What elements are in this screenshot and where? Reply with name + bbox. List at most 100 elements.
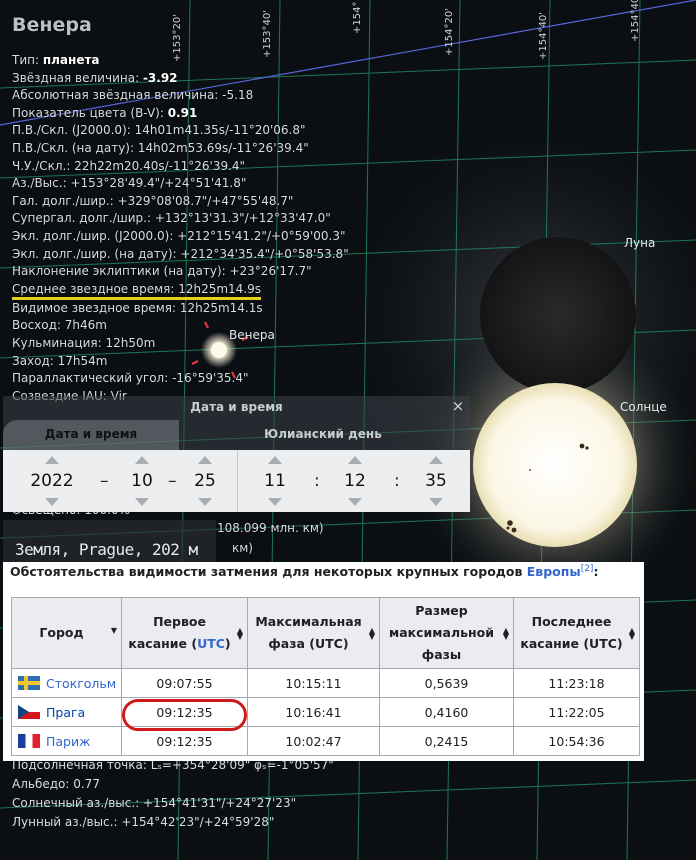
object-title: Венера — [12, 14, 92, 36]
info-line: Альбедо: 0.77 — [12, 777, 100, 791]
decrement-icon[interactable] — [198, 498, 212, 506]
city-cell[interactable]: Париж — [11, 726, 122, 756]
max-phase-cell: 10:15:11 — [247, 668, 380, 698]
second-spinner[interactable]: 35 — [409, 450, 463, 512]
time-separator: : — [314, 471, 320, 491]
sort-icon[interactable]: ▲ ▼ — [237, 627, 243, 641]
increment-icon[interactable] — [429, 456, 443, 464]
increment-icon[interactable] — [45, 456, 59, 464]
year-value[interactable]: 2022 — [21, 469, 83, 493]
grid-label: +154°40' — [538, 12, 549, 60]
object-info-lines: Тип: планета Звёздная величина: -3.92 Абсо… — [12, 52, 432, 555]
info-line: П.В./Скл. (J2000.0): 14h01m41.35s/-11°20… — [12, 123, 306, 138]
increment-icon[interactable] — [348, 456, 362, 464]
max-phase-cell: 10:02:47 — [247, 726, 380, 756]
size-cell: 0,2415 — [379, 726, 514, 756]
dialog-title[interactable]: Дата и время — [3, 400, 470, 414]
decrement-icon[interactable] — [45, 498, 59, 506]
grid-label: +154°40' — [630, 0, 641, 42]
caption-text: Обстоятельства видимости затмения для не… — [10, 564, 527, 580]
size-cell: 0,4160 — [379, 697, 514, 727]
caption-suffix: : — [593, 564, 599, 580]
sun-label[interactable]: Солнце — [620, 400, 667, 414]
close-icon[interactable]: × — [450, 398, 466, 414]
tab-julian-day[interactable]: Юлианский день — [243, 420, 403, 450]
info-line: Ч.У./Скл.: 22h22m20.40s/-11°26'39.4" — [12, 158, 246, 173]
decrement-icon[interactable] — [348, 498, 362, 506]
info-line: П.В./Скл. (на дату): 14h02m53.69s/-11°26… — [12, 140, 309, 155]
header-city[interactable]: Город ▼ — [11, 597, 122, 669]
day-value[interactable]: 25 — [178, 469, 232, 493]
table-caption: Обстоятельства видимости затмения для не… — [10, 564, 598, 579]
utc-link[interactable]: UTC — [197, 636, 225, 651]
info-line: Лунный аз./выс.: +154°42'23"/+24°59'28" — [12, 815, 275, 829]
info-line: Кульминация: 12h50m — [12, 335, 156, 350]
info-line: Заход: 17h54m — [12, 353, 108, 368]
dialog-tabs: Дата и время Юлианский день — [3, 420, 470, 450]
header-max-phase[interactable]: Максимальная фаза (UTC) ▲ ▼ — [247, 597, 380, 669]
sun-disk — [473, 383, 637, 547]
object-info-lower: Подсолнечная точка: Lₛ=+354°28'09" φₛ=-1… — [12, 756, 432, 832]
info-line: Абсолютная звёздная величина: -5.18 — [12, 88, 254, 103]
day-spinner[interactable]: 25 — [178, 450, 232, 512]
city-cell[interactable]: Прага — [11, 697, 122, 727]
last-contact-cell: 10:54:36 — [513, 726, 640, 756]
year-spinner[interactable]: 2022 — [21, 450, 83, 512]
moon-disk — [480, 237, 636, 393]
table-row: Стокгольм 09:07:55 10:15:11 0,5639 11:23… — [11, 668, 640, 698]
minute-value[interactable]: 12 — [328, 469, 382, 493]
info-line: Параллактический угол: -16°59'35.4" — [12, 371, 249, 386]
location-text: Земля, Prague, 202 м — [15, 540, 198, 559]
moon-label[interactable]: Луна — [624, 236, 655, 250]
increment-icon[interactable] — [268, 456, 282, 464]
header-first-contact[interactable]: Первое касание (UTC) ▲ ▼ — [121, 597, 248, 669]
increment-icon[interactable] — [198, 456, 212, 464]
month-spinner[interactable]: 10 — [115, 450, 169, 512]
europe-link[interactable]: Европы — [527, 564, 581, 579]
date-separator: – — [100, 471, 109, 491]
datetime-dialog: Дата и время × Дата и время Юлианский де… — [3, 396, 470, 512]
sort-icon[interactable]: ▲ ▼ — [629, 627, 635, 641]
eclipse-table: Город ▼ Первое касание (UTC) ▲ ▼ Максимальна… — [11, 597, 640, 756]
sweden-flag-icon — [18, 675, 40, 690]
tab-date-time[interactable]: Дата и время — [3, 420, 179, 450]
last-contact-cell: 11:22:05 — [513, 697, 640, 727]
max-phase-cell: 10:16:41 — [247, 697, 380, 727]
second-value[interactable]: 35 — [409, 469, 463, 493]
table-row: Прага 09:12:35 10:16:41 0,4160 11:22:05 — [11, 697, 640, 727]
month-value[interactable]: 10 — [115, 469, 169, 493]
decrement-icon[interactable] — [429, 498, 443, 506]
hour-value[interactable]: 11 — [248, 469, 302, 493]
object-info-panel: Венера Тип: планета Звёздная величина: -3… — [12, 12, 432, 555]
sort-icon[interactable]: ▲ ▼ — [369, 627, 375, 641]
first-contact-cell: 09:07:55 — [121, 668, 248, 698]
info-line: Супергал. долг./шир.: +132°13'31.3"/+12°… — [12, 211, 331, 226]
grid-label: +154°20' — [444, 8, 455, 56]
city-cell[interactable]: Стокгольм — [11, 668, 122, 698]
minute-spinner[interactable]: 12 — [328, 450, 382, 512]
table-row: Париж 09:12:35 10:02:47 0,2415 10:54:36 — [11, 726, 640, 756]
sort-icon[interactable]: ▲ ▼ — [503, 627, 509, 641]
date-separator: – — [168, 471, 177, 491]
france-flag-icon — [18, 733, 40, 748]
info-line: Среднее звездное время: 12h25m14.9s — [12, 281, 432, 300]
info-line: Солнечный аз./выс.: +154°41'31"/+24°27'2… — [12, 796, 297, 810]
field-divider — [237, 450, 238, 512]
location-bar[interactable]: Земля, Prague, 202 м — [3, 520, 216, 562]
decrement-icon[interactable] — [135, 498, 149, 506]
header-max-phase-size[interactable]: Размер максимальной фазы ▲ ▼ — [379, 597, 514, 669]
info-line: км) — [232, 541, 253, 555]
info-line: Наклонение эклиптики (на дату): +23°26'1… — [12, 264, 312, 279]
hour-spinner[interactable]: 11 — [248, 450, 302, 512]
size-cell: 0,5639 — [379, 668, 514, 698]
last-contact-cell: 11:23:18 — [513, 668, 640, 698]
header-last-contact[interactable]: Последнее касание (UTC) ▲ ▼ — [513, 597, 640, 669]
info-line: Экл. долг./шир. (на дату): +212°34'35.4"… — [12, 246, 349, 261]
reference-link[interactable]: [2] — [581, 564, 594, 574]
sort-icon[interactable]: ▼ — [111, 627, 117, 635]
increment-icon[interactable] — [135, 456, 149, 464]
decrement-icon[interactable] — [268, 498, 282, 506]
info-line: 108.099 млн. км) — [217, 521, 324, 535]
czech-flag-icon — [18, 704, 40, 719]
info-line: Показатель цвета (B-V): 0.91 — [12, 105, 198, 120]
